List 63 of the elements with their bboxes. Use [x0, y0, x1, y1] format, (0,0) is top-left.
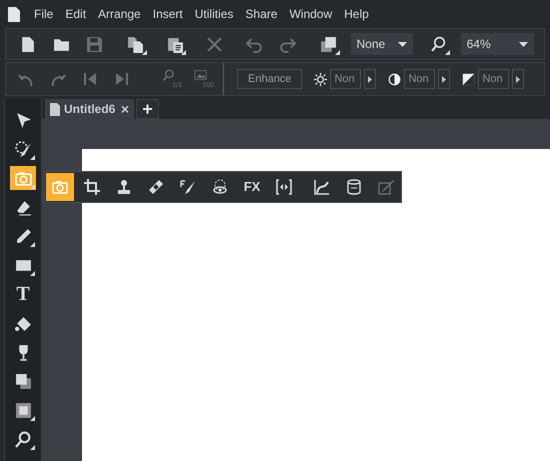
close-icon	[206, 36, 224, 52]
sun-icon	[314, 72, 328, 86]
menu-item[interactable]: Utilities	[194, 5, 234, 23]
menu-item[interactable]: Edit	[65, 5, 86, 23]
camera-icon	[52, 179, 68, 195]
play-arrow-icon	[516, 76, 520, 82]
new-tab-button[interactable]: +	[136, 99, 159, 119]
cylinder-icon	[346, 179, 362, 195]
dropdown-caret-icon	[519, 42, 528, 46]
shadow-squares-icon	[14, 372, 32, 390]
skip-forward-icon	[114, 71, 130, 87]
contrast-icon	[388, 72, 402, 86]
clipboard-icon	[166, 36, 184, 52]
adjustment-field[interactable]: Non	[404, 69, 436, 89]
search-icon	[14, 430, 32, 448]
magnifier-icon	[162, 69, 174, 82]
tool-button[interactable]: T	[10, 282, 36, 306]
stamp-icon	[116, 179, 132, 195]
menu-item[interactable]: Insert	[152, 5, 183, 23]
bandage-icon	[148, 179, 164, 195]
eye-icon	[212, 179, 228, 195]
lasso-brush-icon	[14, 140, 32, 158]
arrow-pointer-icon	[14, 112, 32, 128]
style-dropdown[interactable]: None	[350, 33, 414, 55]
stepper-button[interactable]	[438, 69, 450, 89]
menu-item[interactable]: File	[34, 5, 54, 23]
stepper-button[interactable]	[512, 69, 524, 89]
pencil-icon	[14, 228, 32, 244]
crop-icon	[84, 179, 100, 195]
menu-item[interactable]: Arrange	[98, 5, 141, 23]
magnifier-icon	[430, 36, 448, 52]
menu-item[interactable]: Window	[289, 5, 332, 23]
undo-icon	[246, 36, 263, 52]
redo-icon	[278, 36, 296, 52]
skip-back-icon	[82, 71, 98, 87]
brush-icon	[180, 179, 196, 195]
play-arrow-icon	[442, 76, 446, 82]
zoom-dropdown[interactable]: 64%	[460, 33, 534, 55]
tool-button[interactable]: FX	[238, 173, 266, 201]
play-arrow-icon	[368, 76, 372, 82]
camera-icon	[14, 170, 32, 186]
document-icon	[50, 102, 60, 116]
resize-icon	[276, 179, 292, 195]
stacked-squares-icon	[320, 36, 338, 52]
tab-close-button[interactable]: ×	[120, 102, 129, 116]
exposure-icon	[462, 72, 476, 86]
adjustment-field[interactable]: Non	[478, 69, 510, 89]
paint-bucket-icon	[14, 314, 32, 332]
adjustment-field[interactable]: Non	[330, 69, 362, 89]
image-icon	[194, 69, 206, 82]
picture-picker-icon	[378, 179, 394, 195]
menu-item[interactable]: Share	[245, 5, 278, 23]
stepper-button[interactable]	[364, 69, 376, 89]
enhance-button[interactable]: Enhance	[237, 69, 302, 89]
frame-icon	[14, 402, 32, 418]
app-logo-icon	[8, 6, 20, 22]
menu-item[interactable]: Help	[344, 5, 369, 23]
curve-icon	[314, 179, 330, 195]
dropdown-caret-icon	[398, 42, 408, 46]
eraser-icon	[14, 198, 32, 216]
copy-icon	[127, 36, 144, 52]
document-tab[interactable]: Untitled6 ×	[45, 99, 134, 119]
document-icon	[19, 36, 36, 52]
